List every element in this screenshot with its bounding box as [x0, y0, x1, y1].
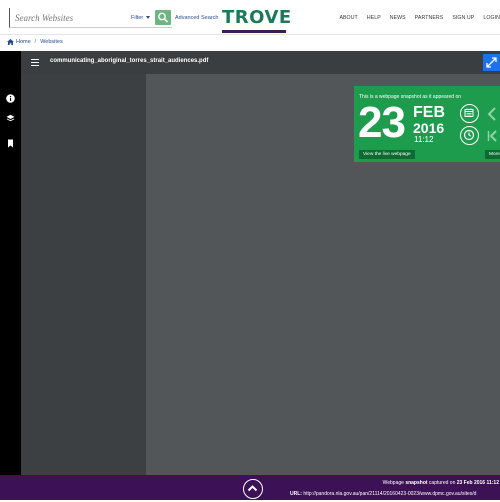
breadcrumb-bar: Home / Websites	[0, 34, 500, 50]
scroll-up-button[interactable]	[243, 479, 263, 499]
site-header: Filter Advanced Search TROVE ABOUT HELP …	[0, 0, 500, 34]
nav-partners[interactable]: PARTNERS	[415, 15, 444, 21]
logo-text: TROVE	[222, 7, 292, 28]
chevron-up-icon	[247, 485, 258, 492]
first-snapshot-icon[interactable]	[486, 128, 498, 144]
fullscreen-button[interactable]	[483, 54, 500, 71]
logo-underline	[222, 30, 286, 33]
url-value[interactable]: http://pandora.nla.gov.au/pan/21114/2016…	[302, 491, 476, 497]
menu-icon[interactable]	[31, 59, 39, 66]
capture-bold: snapshot	[405, 480, 428, 486]
nav-login[interactable]: LOGIN	[483, 15, 500, 21]
snapshot-time: 11:12	[414, 135, 434, 144]
snapshot-year: 2016	[413, 120, 445, 136]
nav-sign-up[interactable]: SIGN UP	[452, 15, 474, 21]
breadcrumb-separator: /	[34, 39, 37, 45]
filter-dropdown[interactable]: Filter	[131, 15, 150, 21]
expand-icon	[486, 57, 497, 68]
pdf-filename: communicating_aboriginal_torres_strait_a…	[50, 58, 209, 64]
view-live-webpage-button[interactable]: View the live webpage	[359, 150, 415, 159]
search-input[interactable]	[15, 10, 125, 26]
clock-icon	[463, 129, 475, 141]
snapshot-day: 23	[358, 98, 406, 147]
home-icon	[7, 39, 14, 45]
search-icon	[158, 12, 168, 23]
breadcrumb-websites[interactable]: Websites	[40, 39, 63, 45]
nav-about[interactable]: ABOUT	[339, 15, 357, 21]
breadcrumb-home[interactable]: Home	[16, 39, 31, 45]
trove-logo[interactable]: TROVE	[222, 7, 292, 33]
pdf-thumbnail-panel	[21, 74, 146, 475]
calendar-icon	[464, 108, 474, 117]
layers-icon[interactable]	[6, 114, 15, 123]
capture-mid: captured on	[427, 480, 457, 486]
left-toolbar	[0, 51, 21, 475]
more-snapshots-button[interactable]: More s	[485, 150, 500, 159]
nav-help[interactable]: HELP	[367, 15, 381, 21]
top-nav: ABOUT HELP NEWS PARTNERS SIGN UP LOGIN	[339, 15, 500, 21]
timeline-button[interactable]	[460, 126, 479, 145]
filter-label: Filter	[131, 15, 144, 21]
nav-news[interactable]: NEWS	[390, 15, 406, 21]
breadcrumb: Home / Websites	[7, 39, 63, 45]
search-button[interactable]	[155, 10, 171, 25]
capture-info: Webpage snapshot captured on 23 Feb 2016…	[383, 480, 499, 486]
capture-date: 23 Feb 2016 11:12	[456, 480, 499, 486]
bookmark-icon[interactable]	[6, 139, 15, 148]
calendar-button[interactable]	[460, 104, 479, 123]
capture-prefix: Webpage	[382, 480, 406, 486]
url-label: URL:	[290, 491, 302, 497]
pdf-toolbar: communicating_aboriginal_torres_strait_a…	[21, 51, 500, 74]
snapshot-widget: This is a webpage snapshot as it appeare…	[354, 86, 500, 162]
caret-down-icon	[145, 16, 150, 20]
advanced-search-link[interactable]: Advanced Search	[175, 15, 218, 21]
capture-url: URL: http://pandora.nla.gov.au/pan/21114…	[290, 491, 500, 497]
snapshot-month: FEB	[413, 104, 445, 121]
previous-snapshot-icon[interactable]	[486, 106, 498, 122]
info-icon[interactable]	[6, 94, 15, 103]
